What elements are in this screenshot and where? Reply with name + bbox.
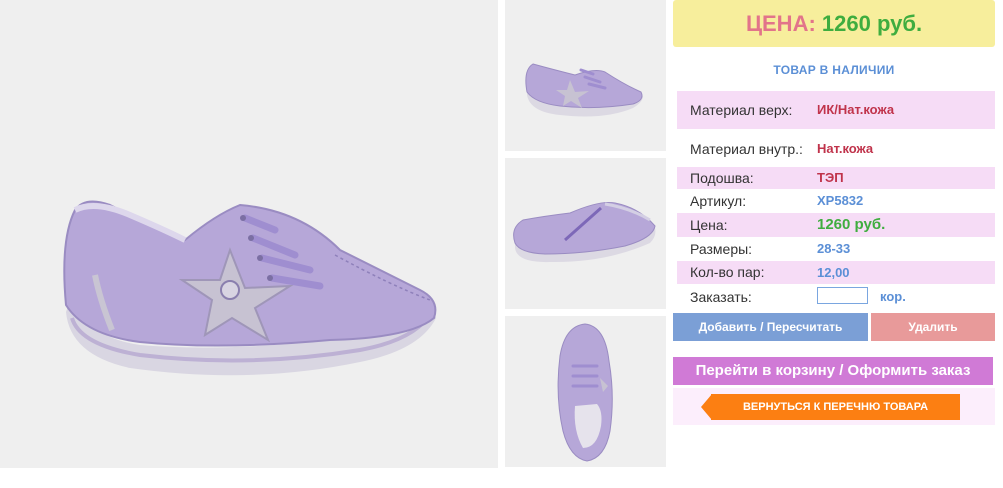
thumbnail-inner-side-view[interactable]: [505, 158, 666, 309]
spec-value: 1260 руб.: [817, 216, 886, 233]
spec-key: Материал верх:: [690, 102, 793, 118]
spec-row-price: Цена: 1260 руб.: [677, 213, 995, 237]
spec-value: XP5832: [817, 193, 864, 208]
spec-key: Кол-во пар:: [690, 264, 765, 280]
delete-button[interactable]: Удалить: [871, 313, 995, 341]
go-to-cart-button[interactable]: Перейти в корзину / Оформить заказ: [673, 357, 993, 385]
spec-row-article: Артикул: XP5832: [677, 190, 995, 212]
spec-value: 12,00: [817, 265, 850, 280]
spec-value: Нат.кожа: [817, 141, 874, 156]
order-row: Заказать: кор.: [677, 286, 995, 308]
order-quantity-input[interactable]: [817, 287, 868, 304]
spec-key: Артикул:: [690, 193, 747, 209]
spec-key: Материал внутр.:: [690, 141, 803, 157]
spec-key: Цена:: [690, 217, 728, 233]
spec-row-upper-material: Материал верх: ИК/Нат.кожа: [677, 91, 995, 129]
order-unit: кор.: [880, 289, 906, 304]
main-product-photo: [0, 0, 498, 468]
back-to-list-button[interactable]: ВЕРНУТЬСЯ К ПЕРЕЧНЮ ТОВАРА: [711, 394, 960, 420]
thumbnail-side-view[interactable]: [505, 0, 666, 151]
order-label: Заказать:: [690, 289, 752, 305]
spec-row-inner-material: Материал внутр.: Нат.кожа: [677, 131, 995, 167]
add-recalculate-button[interactable]: Добавить / Пересчитать: [673, 313, 868, 341]
price-banner: ЦЕНА: 1260 руб.: [673, 0, 995, 47]
thumbnail-top-view[interactable]: [505, 316, 666, 467]
spec-key: Подошва:: [690, 170, 754, 186]
spec-value: ИК/Нат.кожа: [817, 102, 895, 117]
spec-value: 28-33: [817, 241, 851, 256]
spec-value: ТЭП: [817, 170, 844, 185]
price-value: 1260 руб.: [821, 11, 923, 36]
spec-row-sizes: Размеры: 28-33: [677, 238, 995, 260]
stock-status: ТОВАР В НАЛИЧИИ: [773, 63, 895, 77]
price-label: ЦЕНА:: [745, 11, 816, 36]
spec-key: Размеры:: [690, 241, 753, 257]
spec-row-sole: Подошва: ТЭП: [677, 167, 995, 189]
spec-row-pairs: Кол-во пар: 12,00: [677, 261, 995, 284]
back-button-area: ВЕРНУТЬСЯ К ПЕРЕЧНЮ ТОВАРА: [673, 388, 995, 425]
